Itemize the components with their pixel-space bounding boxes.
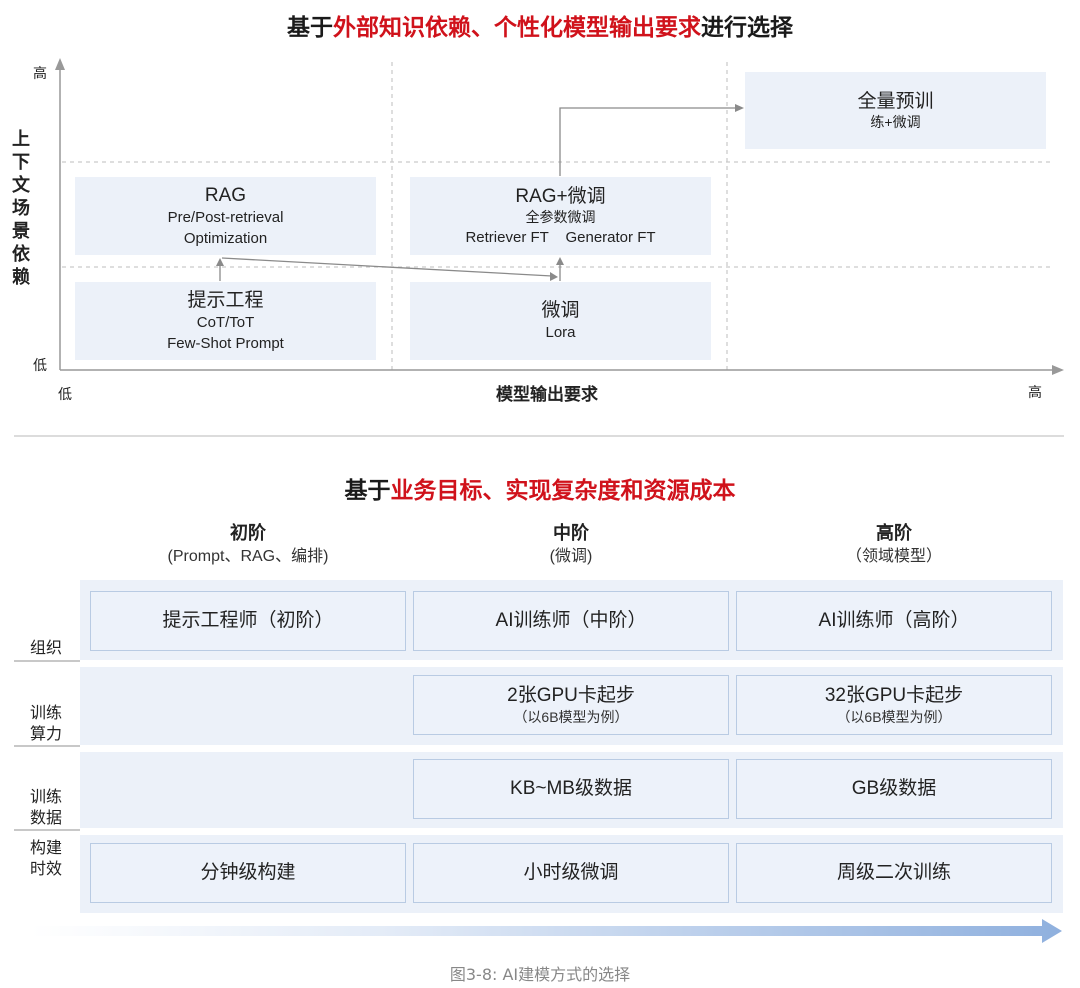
row-label-data: 训练 数据: [29, 787, 62, 827]
bottom-title: 基于业务目标、实现复杂度和资源成本: [344, 478, 736, 504]
prompt-to-rag-arrow-icon: [216, 258, 224, 266]
cell-time-basic: 分钟级构建: [90, 843, 406, 903]
cell-time-intermediate: 小时级微调: [413, 843, 729, 903]
row-separator: [14, 829, 80, 831]
figure-caption: 图3-8: AI建模方式的选择: [449, 965, 631, 984]
row-separator: [14, 745, 80, 747]
column-header-intermediate: 中阶 (微调): [549, 523, 593, 565]
row-label-time: 构建 时效: [29, 838, 62, 878]
cell-org-basic: 提示工程师（初阶）: [90, 591, 406, 651]
row-label-org: 组织: [29, 638, 62, 657]
y-high-label: 高: [33, 66, 47, 82]
row-label-compute: 训练 算力: [29, 703, 62, 743]
row-separator: [14, 660, 80, 662]
prompt-engineering-box: 提示工程 CoT/ToT Few-Shot Prompt: [75, 282, 376, 360]
y-low-label: 低: [33, 358, 47, 374]
rag-finetune-box: RAG+微调 全参数微调 Retriever FT Generator FT: [410, 177, 711, 255]
cell-data-advanced: GB级数据: [736, 759, 1052, 819]
cell-time-advanced: 周级二次训练: [736, 843, 1052, 903]
x-axis-title: 模型输出要求: [496, 385, 598, 405]
cell-compute-intermediate: 2张GPU卡起步 （以6B模型为例）: [413, 675, 729, 735]
column-header-basic: 初阶 (Prompt、RAG、编排): [167, 523, 329, 565]
cell-compute-advanced: 32张GPU卡起步 （以6B模型为例）: [736, 675, 1052, 735]
ft-to-ragft-arrow-icon: [556, 257, 564, 265]
ragft-to-full-arrow-icon: [735, 104, 744, 112]
cell-org-intermediate: AI训练师（中阶）: [413, 591, 729, 651]
cell-data-intermediate: KB~MB级数据: [413, 759, 729, 819]
y-axis-arrow-icon: [55, 58, 65, 70]
ragft-to-full-line: [559, 107, 736, 176]
rag-to-ft-arrow-icon: [550, 272, 558, 281]
rag-box: RAG Pre/Post-retrieval Optimization: [75, 177, 376, 255]
y-axis-title: 上下文场景依赖: [12, 129, 30, 288]
cell-org-advanced: AI训练师（高阶）: [736, 591, 1052, 651]
progression-arrow-icon: [30, 919, 1062, 943]
x-axis-arrow-icon: [1052, 365, 1064, 375]
finetune-box: 微调 Lora: [410, 282, 711, 360]
section-divider: [14, 435, 1064, 437]
full-pretrain-box: 全量预训 练+微调: [745, 72, 1046, 149]
column-header-advanced: 高阶 （领域模型）: [845, 523, 942, 565]
